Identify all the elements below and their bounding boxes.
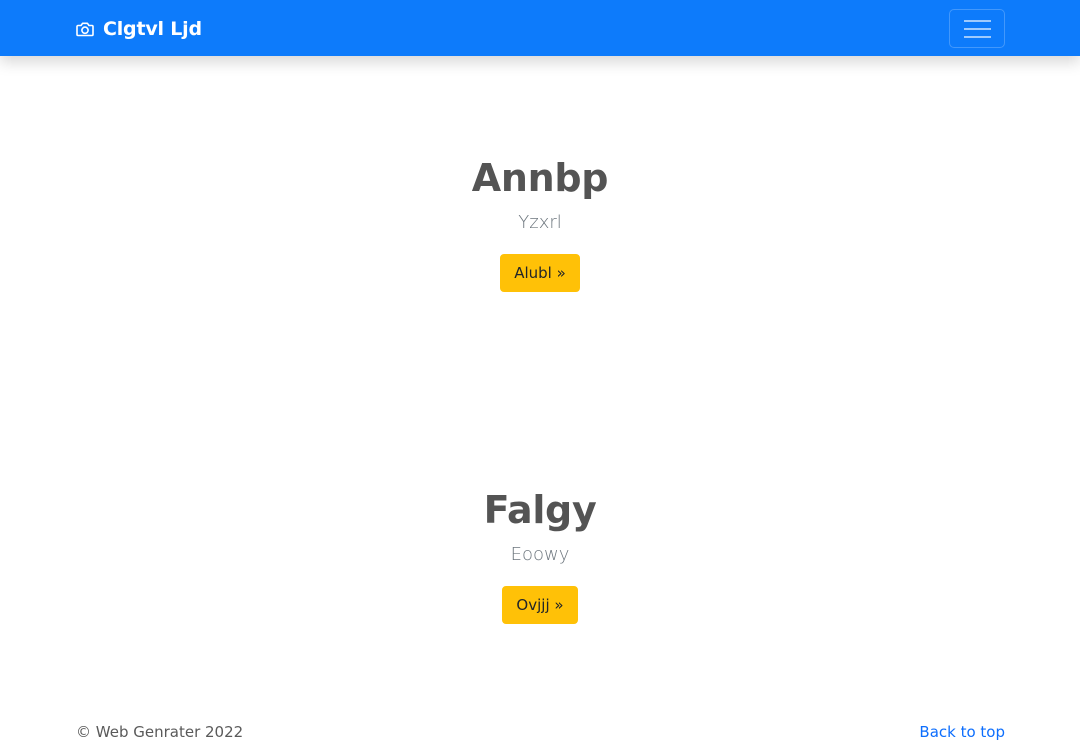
section-cta-button[interactable]: Alubl » bbox=[500, 254, 580, 292]
brand-link[interactable]: Clgtvl Ljd bbox=[75, 17, 202, 41]
section-title: Annbp bbox=[471, 156, 609, 200]
brand-name: Clgtvl Ljd bbox=[103, 18, 202, 40]
copyright-text: © Web Genrater 2022 bbox=[76, 723, 244, 741]
section-title: Falgy bbox=[483, 488, 597, 532]
hero-section-2: Falgy Eoowy Ovjjj » bbox=[0, 482, 1080, 624]
section-subtitle: Eoowy bbox=[510, 544, 570, 565]
navbar-toggle-button[interactable] bbox=[949, 9, 1005, 48]
top-navbar: Clgtvl Ljd bbox=[0, 0, 1080, 56]
section-cta-button[interactable]: Ovjjj » bbox=[502, 586, 578, 624]
camera-icon bbox=[76, 22, 94, 37]
hero-section-1: Annbp Yzxrl Alubl » bbox=[0, 150, 1080, 292]
back-to-top-link[interactable]: Back to top bbox=[919, 723, 1005, 741]
hamburger-menu-icon bbox=[964, 20, 991, 38]
section-subtitle: Yzxrl bbox=[518, 212, 562, 233]
